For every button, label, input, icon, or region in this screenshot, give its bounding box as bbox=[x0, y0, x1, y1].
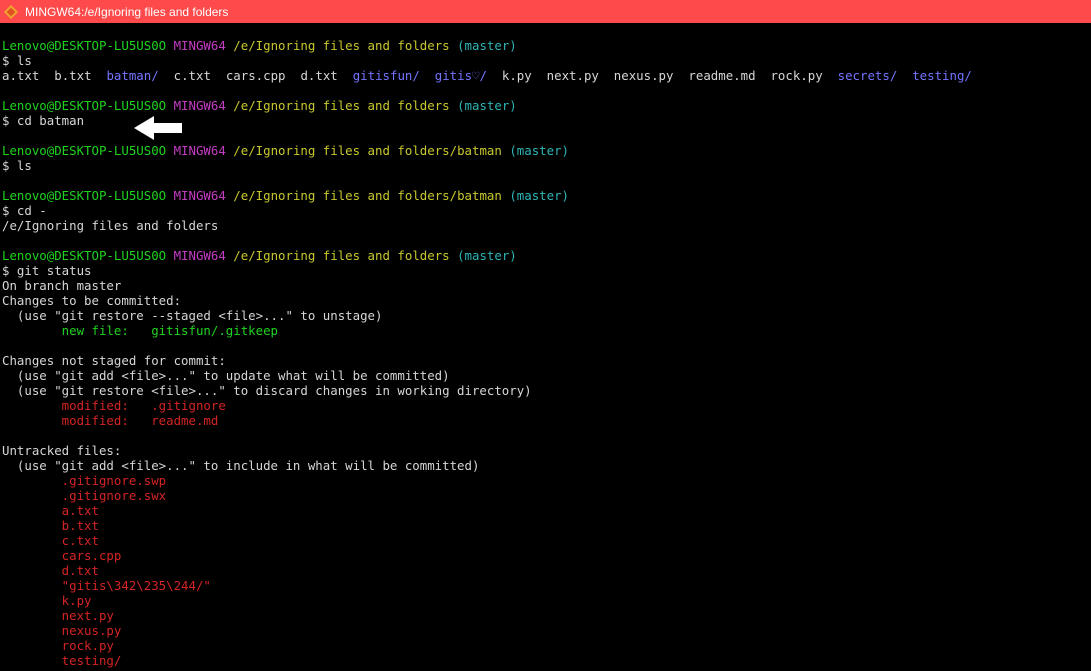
window-titlebar[interactable]: MINGW64:/e/Ignoring files and folders bbox=[0, 0, 1091, 23]
prompt-branch: (master) bbox=[509, 143, 569, 158]
status-new-file: new file: gitisfun/.gitkeep bbox=[2, 323, 279, 338]
ls-file-entry: k.py bbox=[501, 68, 532, 83]
prompt-env: MINGW64 bbox=[173, 143, 226, 158]
ls-file-entry: a.txt bbox=[2, 68, 40, 83]
status-unstaged-hint: (use "git add <file>..." to update what … bbox=[2, 368, 450, 383]
prompt-path: /e/Ignoring files and folders bbox=[233, 248, 450, 263]
untracked-file: c.txt bbox=[2, 533, 99, 548]
status-branch: On branch master bbox=[2, 278, 122, 293]
untracked-file: "gitis\342\235\244/" bbox=[2, 578, 211, 593]
untracked-file: testing/ bbox=[2, 653, 122, 668]
ls-file-entry: nexus.py bbox=[613, 68, 674, 83]
untracked-file: .gitignore.swp bbox=[2, 473, 167, 488]
prompt-env: MINGW64 bbox=[173, 38, 226, 53]
ls-file-entry: rock.py bbox=[770, 68, 823, 83]
command-line: $ cd - bbox=[2, 203, 47, 218]
ls-dir-entry: gitis♡/ bbox=[434, 68, 487, 83]
untracked-file: .gitignore.swx bbox=[2, 488, 167, 503]
prompt-line: Lenovo@DESKTOP-LU5US0O MINGW64 /e/Ignori… bbox=[2, 248, 517, 263]
prompt-line: Lenovo@DESKTOP-LU5US0O MINGW64 /e/Ignori… bbox=[2, 38, 517, 53]
ls-file-entry: cars.cpp bbox=[225, 68, 286, 83]
untracked-file: cars.cpp bbox=[2, 548, 122, 563]
prompt-branch: (master) bbox=[457, 248, 517, 263]
prompt-env: MINGW64 bbox=[173, 98, 226, 113]
status-untracked-hint: (use "git add <file>..." to include in w… bbox=[2, 458, 480, 473]
prompt-user: Lenovo@DESKTOP-LU5US0O bbox=[2, 143, 167, 158]
prompt-line: Lenovo@DESKTOP-LU5US0O MINGW64 /e/Ignori… bbox=[2, 98, 517, 113]
prompt-line: Lenovo@DESKTOP-LU5US0O MINGW64 /e/Ignori… bbox=[2, 143, 569, 158]
untracked-file: b.txt bbox=[2, 518, 99, 533]
status-unstaged-hint: (use "git restore <file>..." to discard … bbox=[2, 383, 532, 398]
ls-dir-entry: batman/ bbox=[106, 68, 159, 83]
status-modified: modified: .gitignore bbox=[2, 398, 226, 413]
ls-file-entry: b.txt bbox=[54, 68, 92, 83]
window-title: MINGW64:/e/Ignoring files and folders bbox=[25, 4, 229, 19]
untracked-file: k.py bbox=[2, 593, 92, 608]
status-modified: modified: readme.md bbox=[2, 413, 219, 428]
ls-file-entry: c.txt bbox=[173, 68, 211, 83]
prompt-user: Lenovo@DESKTOP-LU5US0O bbox=[2, 98, 167, 113]
prompt-path: /e/Ignoring files and folders bbox=[233, 38, 450, 53]
command-line: $ ls bbox=[2, 158, 32, 173]
prompt-user: Lenovo@DESKTOP-LU5US0O bbox=[2, 38, 167, 53]
status-staged-header: Changes to be committed: bbox=[2, 293, 182, 308]
ls-file-entry: d.txt bbox=[300, 68, 338, 83]
untracked-file: a.txt bbox=[2, 503, 99, 518]
ls-dir-entry: secrets/ bbox=[837, 68, 898, 83]
prompt-user: Lenovo@DESKTOP-LU5US0O bbox=[2, 248, 167, 263]
prompt-branch: (master) bbox=[457, 98, 517, 113]
prompt-env: MINGW64 bbox=[173, 248, 226, 263]
ls-file-entry: next.py bbox=[546, 68, 599, 83]
prompt-env: MINGW64 bbox=[173, 188, 226, 203]
prompt-branch: (master) bbox=[457, 38, 517, 53]
prompt-branch: (master) bbox=[509, 188, 569, 203]
cd-output: /e/Ignoring files and folders bbox=[2, 218, 219, 233]
command-line: $ git status bbox=[2, 263, 92, 278]
untracked-file: rock.py bbox=[2, 638, 114, 653]
ls-output: a.txt b.txt batman/ c.txt cars.cpp d.txt… bbox=[2, 68, 972, 83]
status-unstaged-header: Changes not staged for commit: bbox=[2, 353, 226, 368]
prompt-path: /e/Ignoring files and folders/batman bbox=[233, 143, 502, 158]
left-arrow-icon bbox=[134, 116, 182, 140]
ls-dir-entry: gitisfun/ bbox=[352, 68, 420, 83]
untracked-file: d.txt bbox=[2, 563, 99, 578]
prompt-user: Lenovo@DESKTOP-LU5US0O bbox=[2, 188, 167, 203]
prompt-line: Lenovo@DESKTOP-LU5US0O MINGW64 /e/Ignori… bbox=[2, 188, 569, 203]
status-staged-hint: (use "git restore --staged <file>..." to… bbox=[2, 308, 383, 323]
ls-dir-entry: testing/ bbox=[912, 68, 972, 83]
ls-file-entry: readme.md bbox=[688, 68, 756, 83]
prompt-path: /e/Ignoring files and folders bbox=[233, 98, 450, 113]
status-untracked-header: Untracked files: bbox=[2, 443, 122, 458]
command-line: $ cd batman bbox=[2, 113, 85, 128]
command-line: $ ls bbox=[2, 53, 32, 68]
git-bash-icon bbox=[3, 4, 19, 19]
untracked-file: next.py bbox=[2, 608, 114, 623]
untracked-file: nexus.py bbox=[2, 623, 122, 638]
prompt-path: /e/Ignoring files and folders/batman bbox=[233, 188, 502, 203]
